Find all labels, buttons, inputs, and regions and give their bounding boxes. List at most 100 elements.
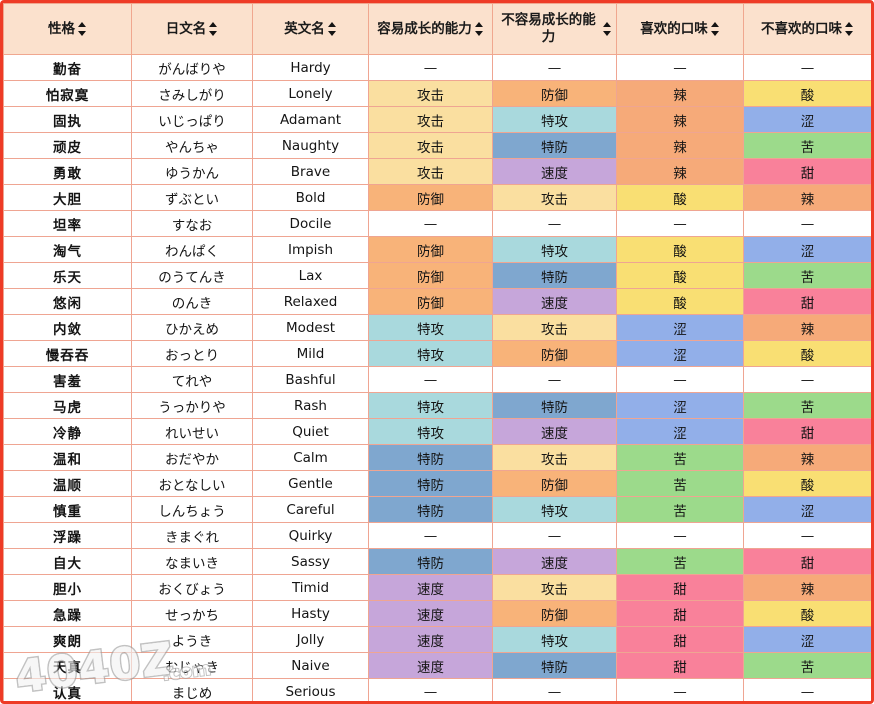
decreased-stat-cell: — [492,210,617,237]
decreased-stat-cell: 防御 [492,470,617,497]
header-row: 性格 日文名 英文名 容易成长的能力 不容易成长的能力 喜欢的口味 不喜欢的口味 [3,3,871,55]
increased-stat-cell: 攻击 [368,132,493,159]
table-row: 固执 いじっぱり Adamant 攻击 特攻辣涩 [3,106,871,133]
disliked-flavor-cell: 甜 [743,418,871,445]
table-row: 温和 おだやか Calm 特防 攻击苦辣 [3,444,871,471]
nature-name-cn-cell: 马虎 [3,392,132,419]
pokemon-nature-table: 性格 日文名 英文名 容易成长的能力 不容易成长的能力 喜欢的口味 不喜欢的口味… [3,3,871,701]
liked-flavor-cell: 甜 [616,574,744,601]
liked-flavor-cell: 酸 [616,184,744,211]
disliked-flavor-cell: 甜 [743,288,871,315]
disliked-flavor-cell: — [743,210,871,237]
table-row: 浮躁 きまぐれ Quirky — — — — [3,522,871,549]
increased-stat-cell: 特攻 [368,314,493,341]
increased-stat-cell: 防御 [368,184,493,211]
table-row: 慎重 しんちょう Careful 特防 特攻苦涩 [3,496,871,523]
decreased-stat-cell: 攻击 [492,184,617,211]
column-header-liked-flavor[interactable]: 喜欢的口味 [616,3,744,55]
liked-flavor-cell: 酸 [616,262,744,289]
increased-stat-cell: 特防 [368,496,493,523]
nature-name-jp-cell: おとなしい [131,470,253,497]
increased-stat-cell: — [368,522,493,549]
increased-stat-cell: 特防 [368,470,493,497]
liked-flavor-cell: 涩 [616,314,744,341]
nature-name-en-cell: Brave [252,158,369,185]
disliked-flavor-cell: 酸 [743,600,871,627]
nature-name-cn-cell: 勇敢 [3,158,132,185]
nature-name-en-cell: Sassy [252,548,369,575]
disliked-flavor-cell: 涩 [743,496,871,523]
nature-name-jp-cell: ようき [131,626,253,653]
nature-name-jp-cell: がんばりや [131,54,253,81]
decreased-stat-cell: 特攻 [492,626,617,653]
column-header-decreased-stat[interactable]: 不容易成长的能力 [492,3,617,55]
column-header-increased-stat[interactable]: 容易成长的能力 [368,3,493,55]
disliked-flavor-cell: 甜 [743,158,871,185]
nature-name-en-cell: Jolly [252,626,369,653]
nature-name-cn-cell: 乐天 [3,262,132,289]
liked-flavor-cell: 甜 [616,600,744,627]
column-header-english-name[interactable]: 英文名 [252,3,369,55]
sort-updown-icon[interactable] [209,22,218,36]
sort-updown-icon[interactable] [710,22,720,36]
liked-flavor-cell: 涩 [616,392,744,419]
decreased-stat-cell: 速度 [492,288,617,315]
nature-name-jp-cell: おくびょう [131,574,253,601]
nature-name-cn-cell: 浮躁 [3,522,132,549]
decreased-stat-cell: 特攻 [492,106,617,133]
disliked-flavor-cell: 苦 [743,392,871,419]
column-header-japanese-name[interactable]: 日文名 [131,3,253,55]
liked-flavor-cell: 苦 [616,470,744,497]
decreased-stat-cell: — [492,522,617,549]
disliked-flavor-cell: — [743,522,871,549]
disliked-flavor-cell: 辣 [743,574,871,601]
column-header-label: 性格 [48,20,75,37]
increased-stat-cell: 速度 [368,652,493,679]
table-row: 温顺 おとなしい Gentle 特防 防御苦酸 [3,470,871,497]
sort-updown-icon[interactable] [603,22,612,36]
nature-name-cn-cell: 悠闲 [3,288,132,315]
table-row: 自大 なまいき Sassy 特防 速度苦甜 [3,548,871,575]
nature-name-cn-cell: 慎重 [3,496,132,523]
column-header-label: 容易成长的能力 [377,20,472,37]
decreased-stat-cell: 防御 [492,340,617,367]
nature-name-jp-cell: やんちゃ [131,132,253,159]
nature-name-cn-cell: 顽皮 [3,132,132,159]
column-header-disliked-flavor[interactable]: 不喜欢的口味 [743,3,871,55]
column-header-nature[interactable]: 性格 [3,3,132,55]
table-row: 悠闲 のんき Relaxed 防御 速度酸甜 [3,288,871,315]
decreased-stat-cell: 速度 [492,158,617,185]
column-header-label: 不容易成长的能力 [501,12,596,45]
liked-flavor-cell: 辣 [616,132,744,159]
nature-name-jp-cell: ひかえめ [131,314,253,341]
decreased-stat-cell: 特防 [492,392,617,419]
nature-name-en-cell: Careful [252,496,369,523]
disliked-flavor-cell: — [743,678,871,701]
sort-updown-icon[interactable] [78,22,87,36]
liked-flavor-cell: 酸 [616,288,744,315]
liked-flavor-cell: 甜 [616,626,744,653]
nature-name-en-cell: Mild [252,340,369,367]
liked-flavor-cell: 苦 [616,496,744,523]
increased-stat-cell: 攻击 [368,158,493,185]
decreased-stat-cell: 防御 [492,600,617,627]
decreased-stat-cell: 攻击 [492,314,617,341]
nature-name-en-cell: Relaxed [252,288,369,315]
liked-flavor-cell: — [616,54,744,81]
nature-name-en-cell: Naive [252,652,369,679]
sort-updown-icon[interactable] [474,22,484,36]
nature-name-en-cell: Bashful [252,366,369,393]
sort-updown-icon[interactable] [327,22,337,36]
column-header-label: 喜欢的口味 [640,20,708,37]
decreased-stat-cell: 速度 [492,418,617,445]
nature-name-jp-cell: ゆうかん [131,158,253,185]
nature-name-cn-cell: 急躁 [3,600,132,627]
disliked-flavor-cell: 涩 [743,106,871,133]
sort-updown-icon[interactable] [845,22,854,36]
table-row: 内敛 ひかえめ Modest 特攻 攻击涩辣 [3,314,871,341]
table-row: 害羞 てれや Bashful — — — — [3,366,871,393]
nature-name-cn-cell: 内敛 [3,314,132,341]
increased-stat-cell: — [368,54,493,81]
nature-name-cn-cell: 大胆 [3,184,132,211]
disliked-flavor-cell: 苦 [743,652,871,679]
